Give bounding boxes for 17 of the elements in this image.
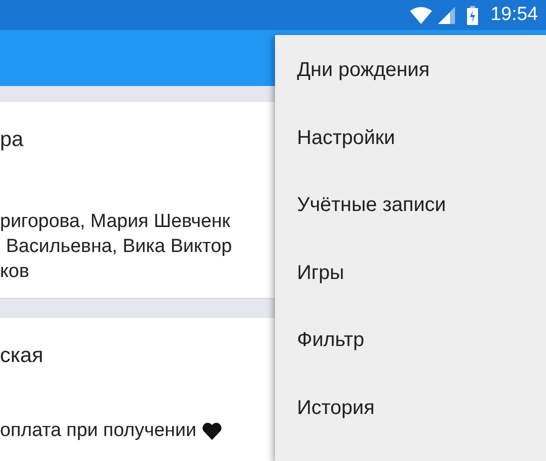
menu-item[interactable]: История: [275, 374, 546, 442]
post-text: Васильевна, Вика Виктор: [5, 235, 232, 260]
clock-time: 19:54: [490, 4, 538, 26]
post-text: ригорова, Мария Шевченк: [0, 210, 230, 234]
heart-icon: [202, 422, 222, 440]
post-title: ская: [0, 344, 44, 368]
menu-item[interactable]: Фильтр: [275, 307, 546, 374]
post-text: оплата при получении: [0, 419, 196, 444]
menu-item[interactable]: Учётные записи: [275, 172, 546, 240]
menu-item[interactable]: Настройки: [275, 104, 546, 172]
post-title: ра: [0, 128, 24, 152]
battery-icon: [467, 6, 478, 25]
wifi-icon: [410, 6, 432, 24]
signal-icon: [438, 6, 456, 24]
menu-item[interactable]: Дни рождения: [275, 37, 546, 104]
menu-item[interactable]: Игры: [275, 240, 546, 307]
post-text: ков: [0, 260, 30, 284]
